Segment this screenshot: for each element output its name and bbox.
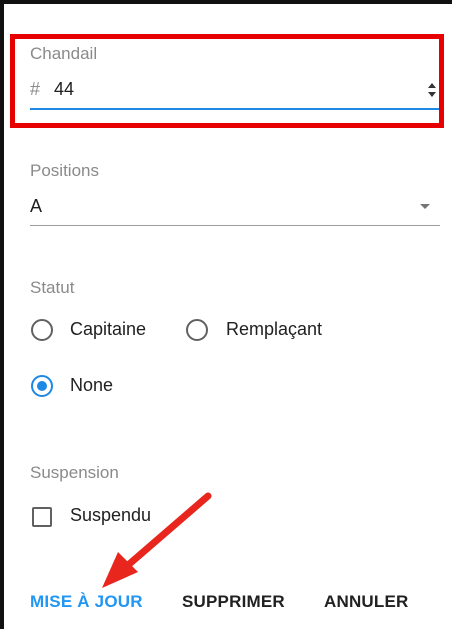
annotation-arrow-icon [102, 492, 212, 588]
